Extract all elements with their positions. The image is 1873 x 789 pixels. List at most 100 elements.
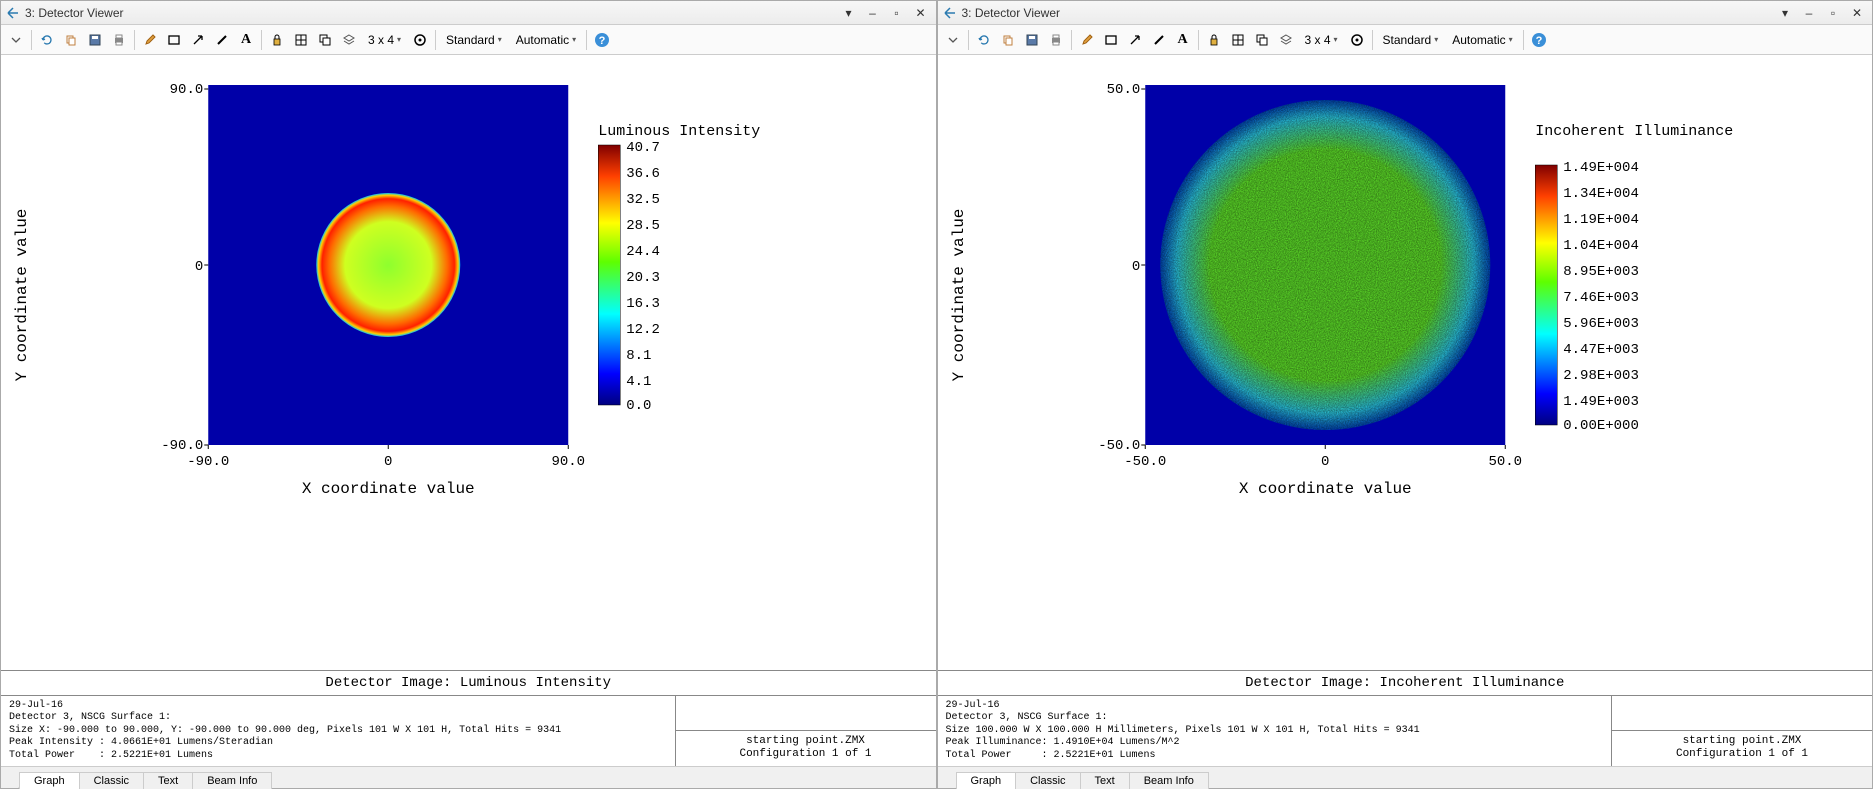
print-icon[interactable]	[1045, 29, 1067, 51]
tab-beam-info[interactable]: Beam Info	[1129, 772, 1209, 789]
window-buttons: ▾ ‒ ▫ ✕	[838, 4, 932, 22]
window-title: 3: Detector Viewer	[962, 6, 1775, 20]
svg-text:4.47E+003: 4.47E+003	[1563, 342, 1639, 358]
separator	[586, 30, 587, 50]
target-icon[interactable]	[409, 29, 431, 51]
print-icon[interactable]	[108, 29, 130, 51]
dropdown-label: Automatic	[516, 33, 569, 47]
x-tick: 90.0	[551, 454, 585, 470]
grid-size-label: 3 x 4	[1305, 33, 1331, 47]
tab-graph[interactable]: Graph	[19, 772, 80, 789]
separator	[1198, 30, 1199, 50]
layers-icon[interactable]	[338, 29, 360, 51]
automatic-dropdown[interactable]: Automatic▾	[1446, 29, 1518, 51]
svg-text:0.0: 0.0	[626, 398, 651, 414]
colorbar-title: Incoherent Illuminance	[1535, 123, 1733, 140]
window-split-icon[interactable]	[290, 29, 312, 51]
plot-area[interactable]: 90.0 0 -90.0 -90.0 0 90.0 Luminous Inten…	[61, 75, 916, 525]
tab-graph[interactable]: Graph	[956, 772, 1017, 789]
line-icon[interactable]	[1148, 29, 1170, 51]
svg-text:5.96E+003: 5.96E+003	[1563, 316, 1639, 332]
svg-text:?: ?	[1535, 35, 1542, 47]
minimize-button[interactable]: ‒	[1798, 4, 1820, 22]
heatmap-noise	[1160, 100, 1490, 430]
separator	[261, 30, 262, 50]
grid-size-dropdown[interactable]: 3 x 4▾	[362, 29, 407, 51]
tab-classic[interactable]: Classic	[79, 772, 144, 789]
help-icon[interactable]: ?	[1528, 29, 1550, 51]
minimize-button[interactable]: ‒	[862, 4, 884, 22]
svg-text:7.46E+003: 7.46E+003	[1563, 290, 1639, 306]
line-icon[interactable]	[211, 29, 233, 51]
grid-size-dropdown[interactable]: 3 x 4▾	[1299, 29, 1344, 51]
colorbar	[598, 145, 620, 405]
svg-text:8.1: 8.1	[626, 348, 651, 364]
refresh-icon[interactable]	[36, 29, 58, 51]
chevron-down-icon[interactable]	[942, 29, 964, 51]
plot-content: Y coordinate value	[938, 55, 1873, 670]
target-icon[interactable]	[1346, 29, 1368, 51]
heatmap-spot	[316, 193, 460, 337]
svg-text:40.7: 40.7	[626, 140, 660, 156]
close-button[interactable]: ✕	[910, 4, 932, 22]
tab-spacer	[1, 767, 19, 788]
maximize-button[interactable]: ▫	[886, 4, 908, 22]
y-tick: 0	[195, 259, 203, 275]
standard-dropdown[interactable]: Standard▾	[1377, 29, 1445, 51]
rectangle-icon[interactable]	[1100, 29, 1122, 51]
tab-beam-info[interactable]: Beam Info	[192, 772, 272, 789]
svg-text:2.98E+003: 2.98E+003	[1563, 368, 1639, 384]
svg-text:4.1: 4.1	[626, 374, 651, 390]
maximize-button[interactable]: ▫	[1822, 4, 1844, 22]
save-icon[interactable]	[1021, 29, 1043, 51]
app-icon	[5, 5, 21, 21]
save-icon[interactable]	[84, 29, 106, 51]
text-icon[interactable]: A	[1172, 29, 1194, 51]
rectangle-icon[interactable]	[163, 29, 185, 51]
text-icon[interactable]: A	[235, 29, 257, 51]
standard-dropdown[interactable]: Standard▾	[440, 29, 508, 51]
pencil-icon[interactable]	[1076, 29, 1098, 51]
chevron-down-icon[interactable]	[5, 29, 27, 51]
pencil-icon[interactable]	[139, 29, 161, 51]
help-icon[interactable]: ?	[591, 29, 613, 51]
tab-text[interactable]: Text	[143, 772, 193, 789]
cascade-icon[interactable]	[314, 29, 336, 51]
tab-classic[interactable]: Classic	[1015, 772, 1080, 789]
info-title: Detector Image: Luminous Intensity	[1, 671, 936, 696]
window-split-icon[interactable]	[1227, 29, 1249, 51]
close-button[interactable]: ✕	[1846, 4, 1868, 22]
y-tick: 0	[1131, 259, 1139, 275]
copy-icon[interactable]	[60, 29, 82, 51]
titlebar: 3: Detector Viewer ▾ ‒ ▫ ✕	[1, 1, 936, 25]
plot-area[interactable]: 50.0 0 -50.0 -50.0 0 50.0 Incoherent Ill…	[998, 75, 1853, 525]
dropdown-button[interactable]: ▾	[1774, 4, 1796, 22]
cascade-icon[interactable]	[1251, 29, 1273, 51]
bottom-tabs: Graph Classic Text Beam Info	[1, 766, 936, 788]
y-axis-label: Y coordinate value	[950, 209, 968, 382]
layers-icon[interactable]	[1275, 29, 1297, 51]
svg-text:8.95E+003: 8.95E+003	[1563, 264, 1639, 280]
plot-content: Y coordinate value	[1, 55, 936, 670]
svg-text:28.5: 28.5	[626, 218, 660, 234]
lock-icon[interactable]	[1203, 29, 1225, 51]
y-tick: 50.0	[1106, 82, 1140, 98]
arrow-icon[interactable]	[1124, 29, 1146, 51]
colorbar-ticks: 40.7 36.6 32.5 28.5 24.4 20.3 16.3 12.2 …	[626, 140, 660, 414]
info-text: 29-Jul-16 Detector 3, NSCG Surface 1: Si…	[1, 696, 676, 767]
toolbar: A 3 x 4▾ Standard▾ Automatic▾ ?	[1, 25, 936, 55]
chevron-down-icon: ▾	[498, 35, 502, 44]
info-text: 29-Jul-16 Detector 3, NSCG Surface 1: Si…	[938, 696, 1613, 767]
lock-icon[interactable]	[266, 29, 288, 51]
tab-text[interactable]: Text	[1080, 772, 1130, 789]
refresh-icon[interactable]	[973, 29, 995, 51]
arrow-icon[interactable]	[187, 29, 209, 51]
separator	[1372, 30, 1373, 50]
copy-icon[interactable]	[997, 29, 1019, 51]
dropdown-button[interactable]: ▾	[838, 4, 860, 22]
separator	[31, 30, 32, 50]
info-section: Detector Image: Incoherent Illuminance 2…	[938, 670, 1873, 767]
y-tick: 90.0	[170, 82, 204, 98]
config-text: starting point.ZMX Configuration 1 of 1	[1612, 731, 1872, 767]
automatic-dropdown[interactable]: Automatic▾	[510, 29, 582, 51]
